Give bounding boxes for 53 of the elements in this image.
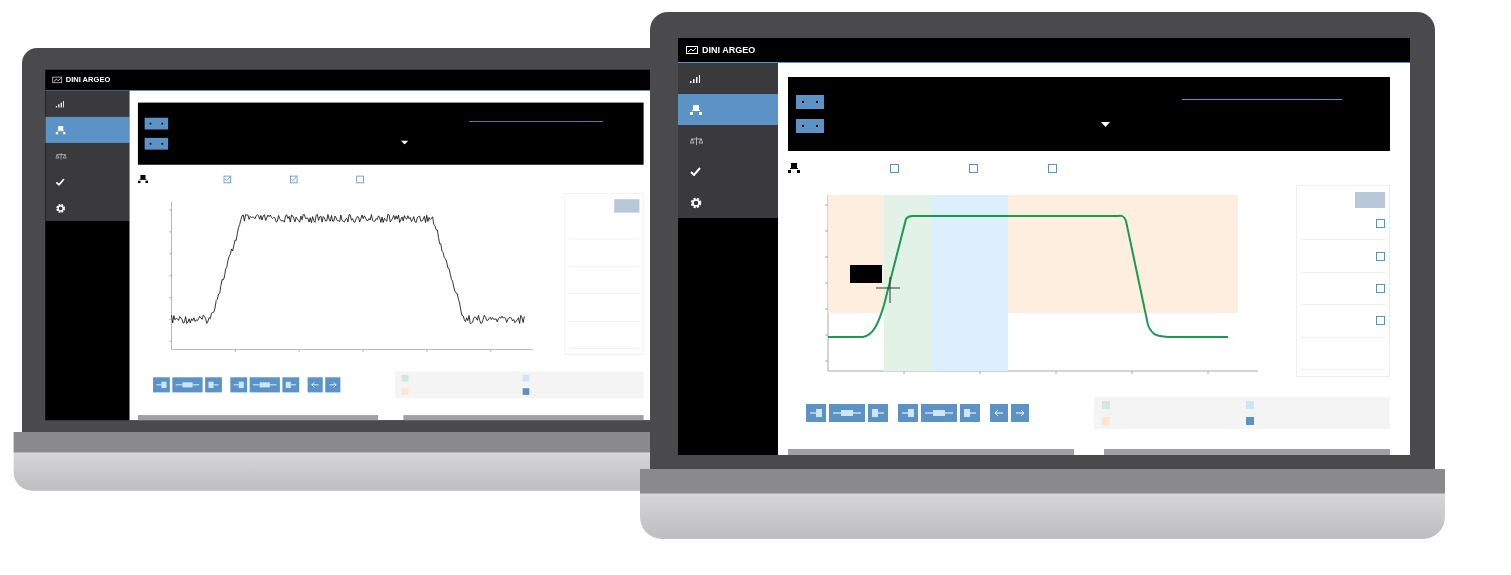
navigation-button[interactable]	[205, 377, 222, 393]
navigation-button[interactable]	[921, 404, 957, 422]
balance-scale-icon	[690, 136, 703, 145]
checkbox[interactable]	[1376, 316, 1385, 326]
checkbox[interactable]	[356, 175, 364, 183]
dropdown-caret-icon	[1101, 121, 1110, 127]
navigation-button[interactable]	[230, 377, 248, 393]
navigation-button[interactable]	[1011, 404, 1029, 422]
navigation-button[interactable]	[153, 377, 170, 393]
navigation-button[interactable]	[868, 404, 888, 422]
toggle-button[interactable]	[796, 119, 824, 133]
toggle-button[interactable]	[144, 117, 169, 130]
checkbox[interactable]	[890, 163, 899, 173]
signal-icon	[690, 74, 700, 83]
monitor-icon	[686, 46, 698, 54]
signal-icon	[55, 100, 64, 108]
checkbox[interactable]	[289, 175, 298, 183]
network-icon	[137, 174, 148, 184]
toggle-button[interactable]	[144, 137, 169, 150]
checkbox[interactable]	[223, 175, 232, 183]
value-tooltip	[850, 265, 882, 283]
network-icon	[690, 104, 702, 115]
network-icon	[788, 163, 800, 173]
navigation-button[interactable]	[806, 404, 826, 422]
toggle-button[interactable]	[796, 95, 824, 109]
navigation-button[interactable]	[307, 377, 323, 393]
nav-item[interactable]	[45, 116, 130, 143]
checkbox[interactable]	[1376, 251, 1385, 261]
checkbox[interactable]	[1376, 284, 1385, 293]
navigation-button[interactable]	[249, 377, 280, 393]
check-icon	[224, 176, 231, 182]
navigation-button[interactable]	[898, 404, 918, 422]
navigation-button[interactable]	[172, 377, 203, 393]
network-icon	[55, 125, 66, 135]
settings-icon	[55, 203, 66, 214]
navigation-button[interactable]	[829, 404, 865, 422]
check-icon	[290, 176, 297, 182]
balance-scale-icon	[55, 152, 67, 160]
check-icon	[55, 178, 65, 186]
checkbox[interactable]	[969, 163, 978, 173]
settings-icon	[690, 196, 702, 209]
navigation-button[interactable]	[990, 404, 1008, 422]
navigation-button[interactable]	[282, 377, 300, 393]
table-header-tab[interactable]	[614, 199, 640, 213]
logo-text: DINI ARGEO	[702, 45, 756, 55]
navigation-button[interactable]	[960, 404, 980, 422]
checkbox[interactable]	[1048, 163, 1057, 173]
navigation-button[interactable]	[325, 377, 341, 393]
dropdown-caret-icon	[400, 140, 409, 145]
crosshair-icon	[875, 276, 901, 304]
monitor-icon	[52, 76, 63, 84]
checkbox[interactable]	[1376, 219, 1385, 229]
check-icon	[690, 167, 701, 176]
